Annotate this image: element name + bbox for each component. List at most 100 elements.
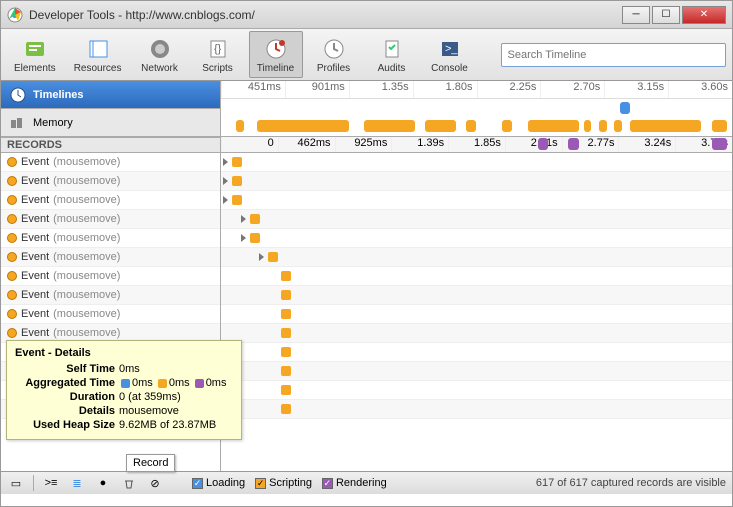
chrome-icon [7, 7, 23, 23]
timeline-row[interactable] [221, 286, 732, 305]
tab-audits[interactable]: Audits [365, 31, 419, 78]
timeline-row[interactable] [221, 191, 732, 210]
tab-elements[interactable]: Elements [7, 31, 63, 78]
record-row[interactable]: Event(mousemove) [1, 267, 220, 286]
tab-profiles[interactable]: Profiles [307, 31, 361, 78]
timeline-row[interactable] [221, 153, 732, 172]
event-marker [281, 290, 291, 300]
expand-icon[interactable] [259, 253, 264, 261]
event-dot-icon [7, 252, 17, 262]
tab-console[interactable]: >_ Console [423, 31, 477, 78]
ruler-tick: 2.70s [540, 81, 604, 98]
timeline-row[interactable] [221, 362, 732, 381]
event-dot-icon [7, 176, 17, 186]
minimize-button[interactable]: ─ [622, 6, 650, 24]
maximize-button[interactable]: ☐ [652, 6, 680, 24]
toolbar: Elements Resources Network {} Scripts Ti… [1, 29, 732, 81]
close-button[interactable]: ✕ [682, 6, 726, 24]
event-marker [281, 347, 291, 357]
event-dot-icon [7, 195, 17, 205]
ruler-tick: 1.80s [413, 81, 477, 98]
record-row[interactable]: Event(mousemove) [1, 153, 220, 172]
dock-button[interactable]: ▭ [7, 475, 25, 491]
timeline-row[interactable] [221, 248, 732, 267]
timeline-row[interactable] [221, 229, 732, 248]
event-marker [250, 233, 260, 243]
event-dot-icon [7, 157, 17, 167]
timeline-row[interactable] [221, 305, 732, 324]
record-row[interactable]: Event(mousemove) [1, 229, 220, 248]
timeline-row[interactable] [221, 324, 732, 343]
timeline-row[interactable] [221, 267, 732, 286]
scripts-icon: {} [205, 36, 231, 62]
console-icon: >_ [437, 36, 463, 62]
timeline-row[interactable] [221, 172, 732, 191]
clock-icon [9, 86, 27, 104]
record-row[interactable]: Event(mousemove) [1, 248, 220, 267]
tab-resources[interactable]: Resources [67, 31, 129, 78]
record-tooltip: Record [126, 454, 175, 472]
event-dot-icon [7, 271, 17, 281]
event-dot-icon [7, 214, 17, 224]
panel-timelines[interactable]: Timelines [1, 81, 220, 109]
event-dot-icon [7, 328, 17, 338]
filter-button[interactable]: ⊘ [146, 475, 164, 491]
status-text: 617 of 617 captured records are visible [536, 477, 726, 489]
event-marker [281, 309, 291, 319]
tab-timeline[interactable]: Timeline [249, 31, 303, 78]
timeline-row[interactable] [221, 343, 732, 362]
timeline-body[interactable] [221, 153, 732, 471]
audits-icon [379, 36, 405, 62]
timeline-icon [263, 36, 289, 62]
record-row[interactable]: Event(mousemove) [1, 286, 220, 305]
legend-rendering[interactable]: ✓Rendering [322, 477, 387, 489]
search-input[interactable] [501, 43, 727, 67]
legend-loading[interactable]: ✓Loading [192, 477, 245, 489]
record-button[interactable]: ● [94, 475, 112, 491]
event-marker [281, 271, 291, 281]
ruler-tick: 901ms [285, 81, 349, 98]
record-row[interactable]: Event(mousemove) [1, 305, 220, 324]
records-header: RECORDS [1, 137, 220, 153]
record-row[interactable]: Event(mousemove) [1, 172, 220, 191]
tab-scripts[interactable]: {} Scripts [191, 31, 245, 78]
timeline-row[interactable] [221, 400, 732, 419]
event-marker [281, 385, 291, 395]
event-marker [232, 176, 242, 186]
window-controls: ─ ☐ ✕ [622, 6, 726, 24]
record-row[interactable]: Event(mousemove) [1, 210, 220, 229]
titlebar: Developer Tools - http://www.cnblogs.com… [1, 1, 732, 29]
record-row[interactable]: Event(mousemove) [1, 191, 220, 210]
panel-memory[interactable]: Memory [1, 109, 220, 137]
ruler-tick: 3.60s [668, 81, 732, 98]
expand-icon[interactable] [223, 196, 228, 204]
window-title: Developer Tools - http://www.cnblogs.com… [29, 8, 622, 22]
event-marker [281, 404, 291, 414]
network-icon [147, 36, 173, 62]
expand-icon[interactable] [223, 158, 228, 166]
expand-icon[interactable] [241, 215, 246, 223]
console-toggle[interactable]: >≡ [42, 475, 60, 491]
expand-icon[interactable] [223, 177, 228, 185]
timeline-row[interactable] [221, 210, 732, 229]
event-marker [268, 252, 278, 262]
overview-pane[interactable]: 451ms901ms1.35s1.80s2.25s2.70s3.15s3.60s [221, 81, 732, 137]
event-dot-icon [7, 309, 17, 319]
event-dot-icon [7, 290, 17, 300]
expand-icon[interactable] [241, 234, 246, 242]
list-button[interactable]: ≣ [68, 475, 86, 491]
timeline-row[interactable] [221, 381, 732, 400]
resources-icon [85, 36, 111, 62]
event-dot-icon [7, 233, 17, 243]
event-marker [232, 195, 242, 205]
legend-scripting[interactable]: ✓Scripting [255, 477, 312, 489]
tab-network[interactable]: Network [133, 31, 187, 78]
event-details-tooltip: Event - Details Self Time0ms Aggregated … [6, 340, 242, 440]
statusbar: ▭ >≡ ≣ ● ⊘ ✓Loading ✓Scripting ✓Renderin… [1, 471, 732, 494]
elements-icon [22, 36, 48, 62]
memory-icon [9, 114, 27, 132]
clear-button[interactable] [120, 475, 138, 491]
profiles-icon [321, 36, 347, 62]
event-marker [281, 328, 291, 338]
event-marker [281, 366, 291, 376]
